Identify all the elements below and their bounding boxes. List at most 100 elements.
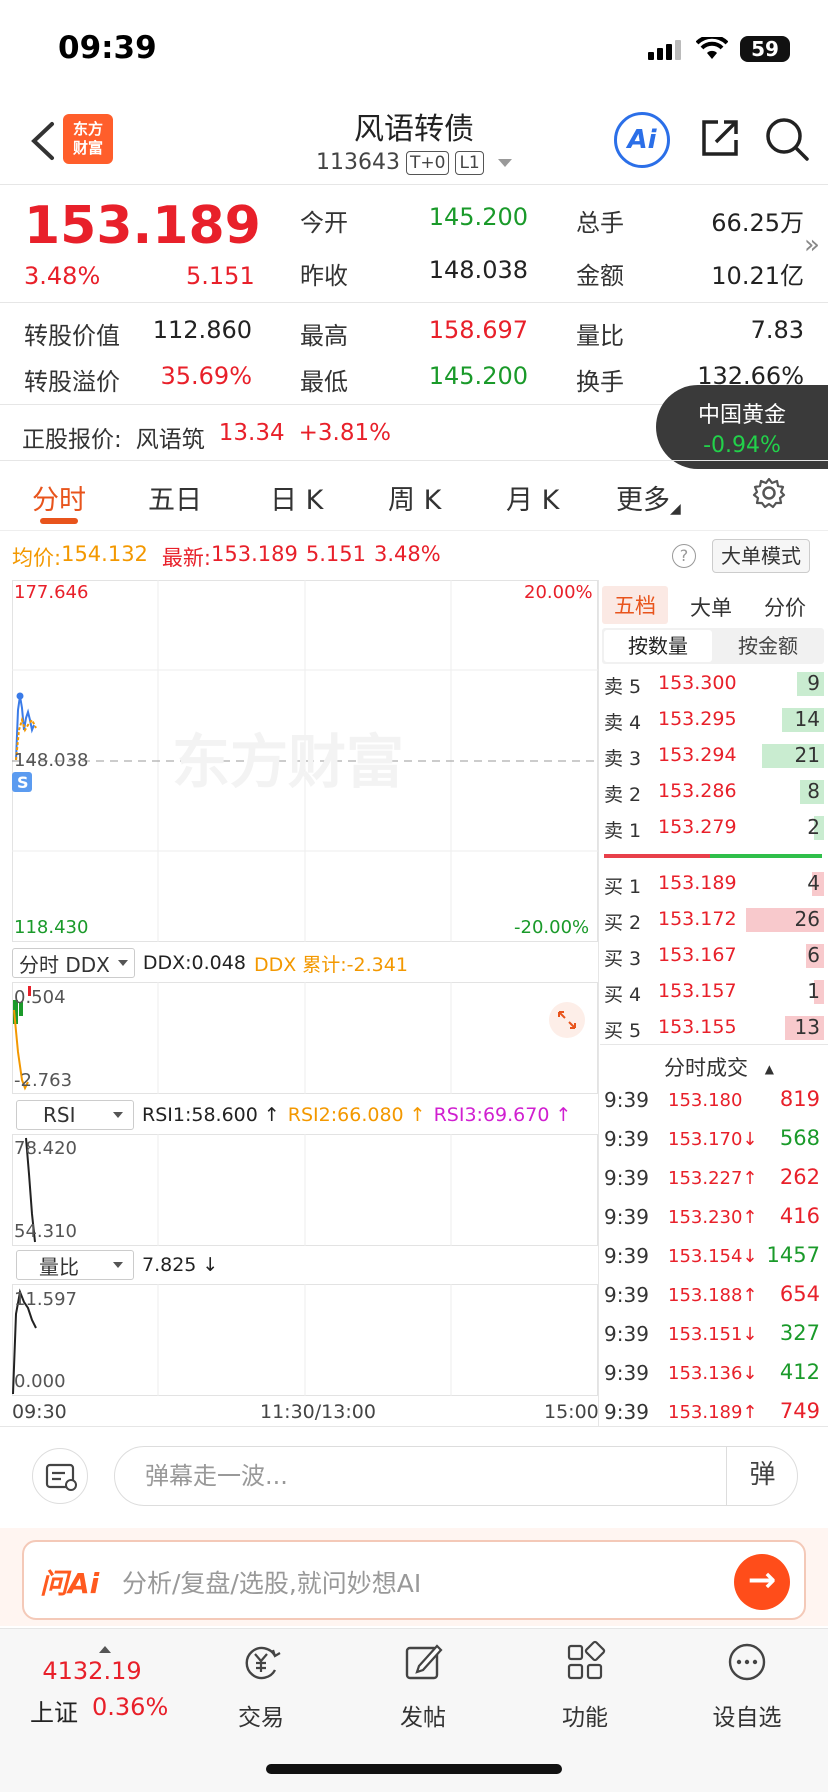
ai-button[interactable]: Ai (614, 112, 670, 168)
level-volume: 1 (807, 979, 820, 1003)
tab-weekly-k[interactable]: 周 K (388, 478, 441, 517)
underlying-stock-row[interactable]: 正股报价: 风语筑 13.34 +3.81% (22, 420, 391, 454)
rsi-chart[interactable] (12, 1134, 598, 1246)
trade-time: 9:39 (604, 1283, 649, 1307)
trade-row[interactable]: 9:39 153.136↓ 412 (604, 1355, 824, 1394)
ask-share (604, 854, 710, 858)
trade-row[interactable]: 9:39 153.188↑ 654 (604, 1277, 824, 1316)
nav-trade-label: 交易 (238, 1705, 284, 1731)
bid-level-4[interactable]: 买 4 153.157 1 (602, 974, 824, 1010)
rsi-select[interactable]: RSI (16, 1100, 134, 1130)
trade-time: 9:39 (604, 1322, 649, 1346)
trade-row[interactable]: 9:39 153.189↑ 749 (604, 1394, 824, 1433)
search-icon[interactable] (764, 116, 810, 162)
nav-post[interactable]: 发帖 (368, 1640, 478, 1732)
share-icon[interactable] (698, 116, 742, 160)
pct-axis-bottom: -20.00% (514, 917, 590, 938)
nav-post-label: 发帖 (400, 1705, 446, 1731)
comment-list-icon[interactable] (32, 1448, 88, 1504)
volume-ratio-y-bottom: 0.000 (14, 1371, 66, 1392)
help-icon[interactable]: ? (672, 544, 696, 568)
tab-price-distribution[interactable]: 分价 (764, 592, 806, 622)
ai-ask-input[interactable]: 分析/复盘/选股,就问妙想AI (122, 1564, 421, 1600)
avg-value: 154.132 (61, 542, 148, 566)
trade-row[interactable]: 9:39 153.170↓ 568 (604, 1121, 824, 1160)
rsi-y-bottom: 54.310 (14, 1221, 77, 1242)
home-indicator[interactable] (266, 1764, 562, 1774)
tab-monthly-k[interactable]: 月 K (506, 478, 559, 517)
change-percent: 3.48% (24, 262, 101, 290)
status-time: 09:39 (58, 30, 157, 66)
level-price: 153.189 (658, 872, 737, 894)
rsi3-value: RSI3:69.670 ↑ (433, 1104, 572, 1126)
nav-functions-label: 功能 (562, 1705, 608, 1731)
caret-up-icon (99, 1646, 111, 1653)
underlying-label: 正股报价: (22, 427, 122, 453)
trade-volume: 262 (779, 1165, 820, 1189)
change-amount: 5.151 (186, 262, 255, 290)
danmu-toggle-button[interactable]: 弹 (726, 1446, 798, 1506)
tab-intraday[interactable]: 分时 (32, 478, 86, 517)
trade-time: 9:39 (604, 1088, 649, 1112)
amount-value: 10.21亿 (711, 262, 804, 290)
bid-level-1[interactable]: 买 1 153.189 4 (602, 866, 824, 902)
level-price: 153.294 (658, 744, 737, 766)
tab-more[interactable]: 更多◢ (616, 478, 681, 517)
nav-add-watchlist-label: 设自选 (712, 1705, 782, 1731)
level-price: 153.157 (658, 980, 737, 1002)
trade-row[interactable]: 9:39 153.230↑ 416 (604, 1199, 824, 1238)
bid-level-3[interactable]: 买 3 153.167 6 (602, 938, 824, 974)
nav-trade[interactable]: 交易 (206, 1640, 316, 1732)
ask-level-1[interactable]: 卖 5 153.300 9 (602, 666, 824, 702)
ask-level-5[interactable]: 卖 1 153.279 2 (602, 810, 824, 846)
ai-ask-submit-button[interactable]: → (734, 1554, 790, 1610)
prev-close-value: 148.038 (428, 256, 528, 284)
related-stock-badge[interactable]: 中国黄金 -0.94% (656, 385, 828, 469)
volume-ratio-value: 7.83 (750, 316, 804, 344)
tab-five-day[interactable]: 五日 (148, 478, 202, 517)
level-price: 153.172 (658, 908, 737, 930)
ai-ask-bar[interactable]: 问Ai 分析/复盘/选股,就问妙想AI → (22, 1540, 806, 1620)
rsi1-value: RSI1:58.600 ↑ (142, 1104, 280, 1126)
by-quantity-button[interactable]: 按数量 (604, 630, 712, 662)
gear-icon[interactable] (752, 476, 786, 510)
trade-row[interactable]: 9:39 153.227↑ 262 (604, 1160, 824, 1199)
trades-header[interactable]: 分时成交 ▲ (664, 1052, 774, 1082)
open-label: 今开 (300, 209, 348, 237)
ddx-select[interactable]: 分时 DDX (12, 948, 135, 978)
ask-level-3[interactable]: 卖 3 153.294 21 (602, 738, 824, 774)
latest-change: 5.151 (305, 542, 366, 566)
big-order-mode-button[interactable]: 大单模式 (712, 539, 810, 573)
ask-level-2[interactable]: 卖 4 153.295 14 (602, 702, 824, 738)
tab-daily-k[interactable]: 日 K (270, 478, 323, 517)
volume-value: 66.25万 (711, 209, 804, 237)
trade-volume: 1457 (766, 1243, 820, 1267)
volume-ratio-chart[interactable] (12, 1284, 598, 1396)
nav-functions[interactable]: 功能 (530, 1640, 640, 1732)
level-label: 买 5 (604, 1020, 642, 1042)
turnover-label: 换手 (576, 368, 624, 396)
trade-row[interactable]: 9:39 153.180 819 (604, 1082, 824, 1121)
index-ticker[interactable]: 4132.19 上证 0.36% (30, 1646, 180, 1728)
security-code-row[interactable]: 113643 T+0 L1 (316, 150, 512, 175)
ai-brand-logo: 问Ai (40, 1567, 100, 1600)
ask-level-4[interactable]: 卖 2 153.286 8 (602, 774, 824, 810)
trade-row[interactable]: 9:39 153.151↓ 327 (604, 1316, 824, 1355)
volume-ratio-select[interactable]: 量比 (16, 1250, 134, 1280)
tab-five-levels[interactable]: 五档 (602, 586, 668, 624)
by-amount-button[interactable]: 按金额 (714, 630, 822, 662)
ddx-chart[interactable] (12, 982, 598, 1094)
bid-level-5[interactable]: 买 5 153.155 13 (602, 1010, 824, 1046)
danmu-input[interactable]: 弹幕走一波... (114, 1446, 798, 1506)
high-value: 158.697 (428, 316, 528, 344)
more-quote-icon[interactable]: » (804, 230, 820, 260)
nav-add-watchlist[interactable]: 设自选 (692, 1640, 802, 1732)
intraday-chart[interactable]: 东方财富 S (12, 580, 598, 942)
level-label: 买 2 (604, 912, 642, 934)
trade-row[interactable]: 9:39 153.154↓ 1457 (604, 1238, 824, 1277)
bid-level-2[interactable]: 买 2 153.172 26 (602, 902, 824, 938)
index-value: 4132.19 (42, 1657, 142, 1685)
t0-tag: T+0 (405, 150, 450, 175)
tab-big-orders[interactable]: 大单 (690, 592, 732, 622)
volume-ratio-y-top: 11.597 (14, 1289, 77, 1310)
